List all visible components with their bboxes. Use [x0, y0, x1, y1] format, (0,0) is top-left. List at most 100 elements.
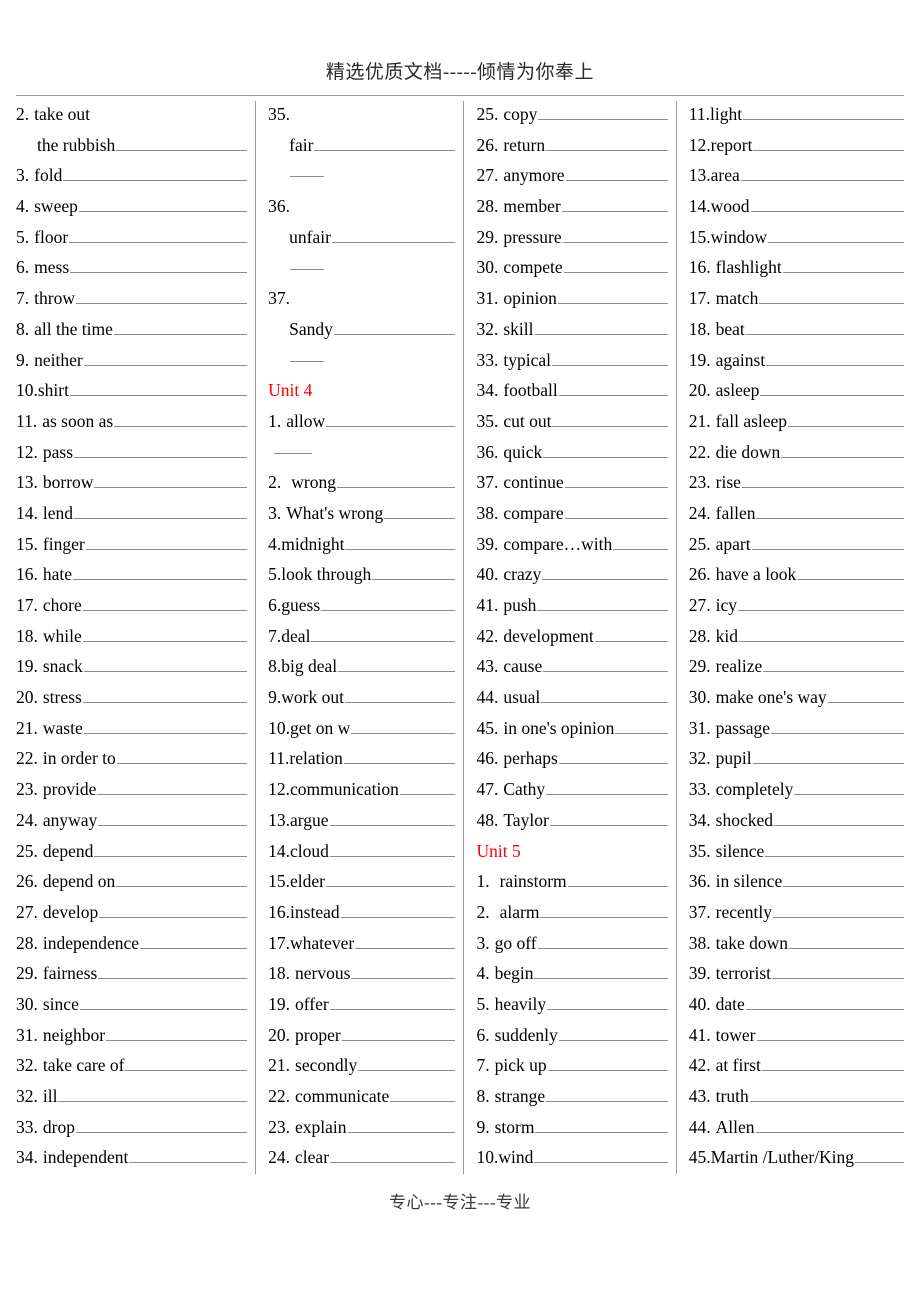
answer-blank[interactable] — [98, 962, 248, 980]
answer-blank[interactable] — [855, 1146, 904, 1164]
answer-blank[interactable] — [343, 747, 456, 765]
answer-blank[interactable] — [534, 318, 668, 335]
answer-blank[interactable] — [760, 379, 904, 397]
answer-blank[interactable] — [753, 134, 904, 151]
answer-blank[interactable] — [114, 410, 248, 427]
answer-blank[interactable] — [116, 747, 248, 765]
answer-blank[interactable] — [752, 747, 904, 765]
answer-blank[interactable] — [274, 437, 313, 454]
answer-blank[interactable] — [329, 839, 456, 857]
answer-blank[interactable] — [330, 1146, 456, 1164]
answer-blank[interactable] — [116, 870, 248, 888]
answer-blank[interactable] — [756, 1024, 904, 1041]
answer-blank[interactable] — [774, 809, 904, 826]
answer-blank[interactable] — [565, 164, 668, 182]
answer-blank[interactable] — [546, 778, 668, 796]
answer-blank[interactable] — [543, 655, 668, 673]
answer-blank[interactable] — [557, 287, 668, 305]
answer-blank[interactable] — [70, 379, 248, 397]
answer-blank[interactable] — [82, 625, 248, 642]
answer-blank[interactable] — [98, 809, 248, 826]
answer-blank[interactable] — [561, 195, 668, 213]
answer-blank[interactable] — [290, 252, 325, 270]
answer-blank[interactable] — [749, 1085, 904, 1102]
answer-blank[interactable] — [321, 594, 456, 611]
answer-blank[interactable] — [750, 195, 904, 213]
answer-blank[interactable] — [347, 1116, 456, 1133]
answer-blank[interactable] — [314, 134, 456, 151]
answer-blank[interactable] — [372, 563, 456, 581]
answer-blank[interactable] — [773, 901, 904, 918]
answer-blank[interactable] — [534, 1146, 668, 1164]
answer-blank[interactable] — [82, 594, 248, 611]
answer-blank[interactable] — [351, 717, 456, 734]
answer-blank[interactable] — [783, 870, 904, 888]
answer-blank[interactable] — [756, 502, 904, 519]
answer-blank[interactable] — [541, 686, 668, 704]
answer-blank[interactable] — [567, 870, 668, 888]
answer-blank[interactable] — [535, 1116, 668, 1133]
answer-blank[interactable] — [558, 379, 668, 397]
answer-blank[interactable] — [333, 318, 456, 335]
answer-blank[interactable] — [74, 502, 248, 519]
answer-blank[interactable] — [537, 931, 668, 949]
answer-blank[interactable] — [546, 134, 668, 151]
answer-blank[interactable] — [738, 594, 904, 611]
answer-blank[interactable] — [340, 901, 456, 918]
answer-blank[interactable] — [794, 778, 904, 796]
answer-blank[interactable] — [399, 778, 456, 796]
answer-blank[interactable] — [390, 1085, 456, 1102]
answer-blank[interactable] — [540, 901, 668, 918]
answer-blank[interactable] — [537, 594, 668, 611]
answer-blank[interactable] — [70, 256, 248, 274]
answer-blank[interactable] — [75, 1116, 248, 1133]
answer-blank[interactable] — [116, 134, 248, 151]
answer-blank[interactable] — [97, 778, 248, 796]
answer-blank[interactable] — [99, 901, 248, 918]
answer-blank[interactable] — [538, 103, 668, 120]
answer-blank[interactable] — [564, 471, 668, 489]
answer-blank[interactable] — [94, 471, 248, 489]
answer-blank[interactable] — [781, 440, 904, 458]
answer-blank[interactable] — [85, 533, 248, 550]
answer-blank[interactable] — [326, 870, 456, 888]
answer-blank[interactable] — [771, 717, 904, 734]
answer-blank[interactable] — [768, 226, 904, 243]
answer-blank[interactable] — [552, 410, 668, 427]
answer-blank[interactable] — [551, 348, 668, 366]
answer-blank[interactable] — [558, 1024, 668, 1041]
answer-blank[interactable] — [743, 103, 904, 120]
answer-blank[interactable] — [140, 931, 248, 949]
answer-blank[interactable] — [782, 256, 904, 274]
answer-blank[interactable] — [113, 318, 248, 335]
answer-blank[interactable] — [290, 160, 325, 178]
answer-blank[interactable] — [345, 533, 456, 550]
answer-blank[interactable] — [329, 993, 456, 1010]
answer-blank[interactable] — [78, 195, 248, 213]
answer-blank[interactable] — [594, 625, 668, 642]
answer-blank[interactable] — [759, 287, 904, 305]
answer-blank[interactable] — [547, 993, 668, 1010]
answer-blank[interactable] — [546, 1085, 668, 1102]
answer-blank[interactable] — [338, 655, 456, 673]
answer-blank[interactable] — [83, 348, 248, 366]
answer-blank[interactable] — [83, 717, 248, 734]
answer-blank[interactable] — [797, 563, 904, 581]
answer-blank[interactable] — [751, 533, 904, 550]
answer-blank[interactable] — [326, 410, 456, 427]
answer-blank[interactable] — [827, 686, 904, 704]
answer-blank[interactable] — [94, 839, 248, 857]
answer-blank[interactable] — [765, 839, 904, 857]
answer-blank[interactable] — [542, 563, 668, 581]
answer-blank[interactable] — [788, 410, 904, 427]
answer-blank[interactable] — [106, 1024, 248, 1041]
answer-blank[interactable] — [766, 348, 904, 366]
answer-blank[interactable] — [341, 1024, 456, 1041]
answer-blank[interactable] — [75, 287, 248, 305]
answer-blank[interactable] — [311, 625, 456, 642]
answer-blank[interactable] — [534, 962, 668, 980]
answer-blank[interactable] — [558, 747, 668, 765]
answer-blank[interactable] — [761, 1054, 904, 1072]
answer-blank[interactable] — [63, 164, 248, 182]
answer-blank[interactable] — [562, 226, 668, 243]
